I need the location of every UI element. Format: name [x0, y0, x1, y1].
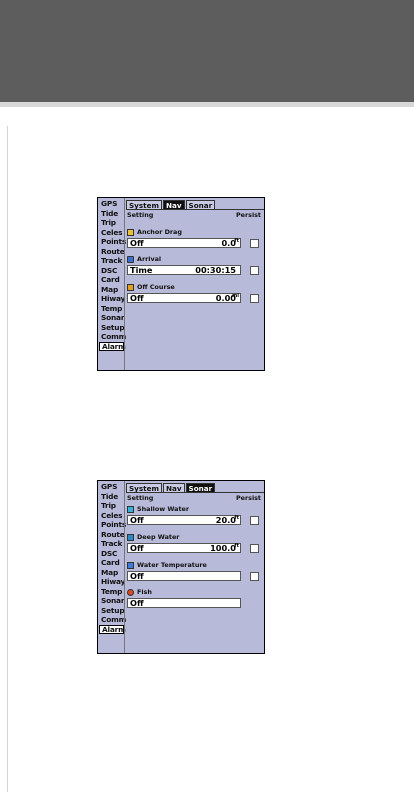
- sidebar-item-points[interactable]: Points: [99, 520, 126, 530]
- margin-rule: [7, 126, 8, 792]
- shallow-water-persist-checkbox[interactable]: [250, 516, 259, 525]
- deep-water-label: Deep Water: [127, 533, 179, 541]
- alarm-sonar-screen: GPS Tide Trip Celes Points Route Track D…: [97, 480, 265, 654]
- sidebar-item-route[interactable]: Route: [99, 530, 125, 540]
- sidebar-item-trip[interactable]: Trip: [99, 501, 124, 511]
- sidebar-item-setup[interactable]: Setup: [99, 323, 125, 333]
- persist-column-header: Persist: [235, 494, 261, 502]
- arrival-mode: Time: [130, 265, 153, 275]
- sidebar-item-sonar[interactable]: Sonar: [99, 313, 124, 323]
- sidebar-item-map[interactable]: Map: [99, 285, 124, 295]
- water-temperature-mode: Off: [130, 571, 144, 581]
- shallow-water-label-text: Shallow Water: [137, 505, 190, 513]
- shallow-water-field[interactable]: Off 20.0 ft: [127, 515, 241, 525]
- arrival-label-text: Arrival: [137, 255, 162, 263]
- sidebar-item-trip[interactable]: Trip: [99, 218, 124, 228]
- sidebar-item-comm[interactable]: Comm: [99, 615, 126, 625]
- shallow-water-mode: Off: [130, 515, 144, 525]
- arrival-value: 00:30:15: [195, 265, 236, 275]
- fish-icon: [127, 588, 134, 596]
- persist-column-header: Persist: [235, 211, 261, 219]
- water-temperature-persist-checkbox[interactable]: [250, 572, 259, 581]
- shallow-water-unit: ft: [234, 515, 239, 521]
- alarm-nav-screen: GPS Tide Trip Celes Points Route Track D…: [97, 197, 265, 371]
- sidebar-item-hiway[interactable]: Hiway: [99, 577, 125, 587]
- anchor-drag-label-text: Anchor Drag: [137, 228, 182, 236]
- fish-field[interactable]: Off: [127, 598, 241, 608]
- anchor-drag-mode: Off: [130, 238, 144, 248]
- deep-water-persist-checkbox[interactable]: [250, 544, 259, 553]
- sidebar-divider: [124, 198, 125, 370]
- off-course-mode: Off: [130, 293, 144, 303]
- sidebar-item-card[interactable]: Card: [99, 275, 124, 285]
- sidebar-divider: [124, 481, 125, 653]
- sidebar-item-celes[interactable]: Celes: [99, 228, 124, 238]
- anchor-drag-persist-checkbox[interactable]: [250, 239, 259, 248]
- deep-water-label-text: Deep Water: [137, 533, 180, 541]
- fish-mode: Off: [130, 598, 144, 608]
- off-course-persist-checkbox[interactable]: [250, 294, 259, 303]
- off-course-icon: [127, 283, 134, 291]
- sidebar-item-alarm[interactable]: Alarm: [99, 341, 126, 351]
- arrival-field[interactable]: Time 00:30:15: [127, 265, 241, 275]
- anchor-drag-label: Anchor Drag: [127, 228, 182, 236]
- fish-label: Fish: [127, 588, 152, 596]
- water-temperature-field[interactable]: Off: [127, 571, 241, 581]
- sidebar-item-dsc[interactable]: DSC: [99, 266, 124, 276]
- sidebar-item-gps[interactable]: GPS: [99, 199, 124, 209]
- header-rule: [0, 102, 414, 107]
- sidebar-item-track[interactable]: Track: [99, 256, 124, 266]
- header-band: [0, 0, 414, 102]
- sidebar-item-setup[interactable]: Setup: [99, 606, 125, 616]
- sidebar-item-tide[interactable]: Tide: [99, 492, 124, 502]
- sidebar-item-alarm[interactable]: Alarm: [99, 624, 126, 634]
- sidebar-menu: GPS Tide Trip Celes Points Route Track D…: [99, 199, 126, 351]
- off-course-label-text: Off Course: [137, 283, 175, 291]
- sidebar-item-temp[interactable]: Temp: [99, 587, 124, 597]
- arrival-persist-checkbox[interactable]: [250, 266, 259, 275]
- shallow-water-label: Shallow Water: [127, 505, 189, 513]
- setting-column-header: Setting: [127, 494, 154, 502]
- shallow-water-icon: [127, 505, 134, 513]
- setting-column-header: Setting: [127, 211, 154, 219]
- deep-water-unit: ft: [234, 543, 239, 549]
- sidebar-item-gps[interactable]: GPS: [99, 482, 124, 492]
- deep-water-icon: [127, 533, 134, 541]
- sidebar-item-temp[interactable]: Temp: [99, 304, 124, 314]
- anchor-icon: [127, 228, 134, 236]
- off-course-unit: mi: [232, 293, 239, 299]
- sidebar-item-route[interactable]: Route: [99, 247, 125, 257]
- sidebar-item-sonar[interactable]: Sonar: [99, 596, 124, 606]
- sidebar-item-card[interactable]: Card: [99, 558, 124, 568]
- off-course-label: Off Course: [127, 283, 175, 291]
- sidebar-item-dsc[interactable]: DSC: [99, 549, 124, 559]
- sidebar-item-celes[interactable]: Celes: [99, 511, 124, 521]
- anchor-drag-unit: ft: [234, 238, 239, 244]
- sidebar-item-track[interactable]: Track: [99, 539, 124, 549]
- deep-water-field[interactable]: Off 100.0 ft: [127, 543, 241, 553]
- water-temperature-label: Water Temperature: [127, 561, 207, 569]
- sidebar-item-points[interactable]: Points: [99, 237, 126, 247]
- sidebar-item-comm[interactable]: Comm: [99, 332, 126, 342]
- deep-water-mode: Off: [130, 543, 144, 553]
- tab-underline: [126, 209, 264, 210]
- deep-water-value: 100.0: [210, 543, 236, 553]
- sidebar-item-tide[interactable]: Tide: [99, 209, 124, 219]
- fish-label-text: Fish: [137, 588, 152, 596]
- sidebar-menu: GPS Tide Trip Celes Points Route Track D…: [99, 482, 126, 634]
- sidebar-item-map[interactable]: Map: [99, 568, 124, 578]
- anchor-drag-field[interactable]: Off 0.0 ft: [127, 238, 241, 248]
- shallow-water-value: 20.0: [215, 515, 236, 525]
- sidebar-item-hiway[interactable]: Hiway: [99, 294, 125, 304]
- water-temperature-icon: [127, 561, 134, 569]
- clock-icon: [127, 255, 134, 263]
- tab-underline: [126, 492, 264, 493]
- off-course-field[interactable]: Off 0.00 mi: [127, 293, 241, 303]
- arrival-label: Arrival: [127, 255, 161, 263]
- water-temperature-label-text: Water Temperature: [137, 561, 207, 569]
